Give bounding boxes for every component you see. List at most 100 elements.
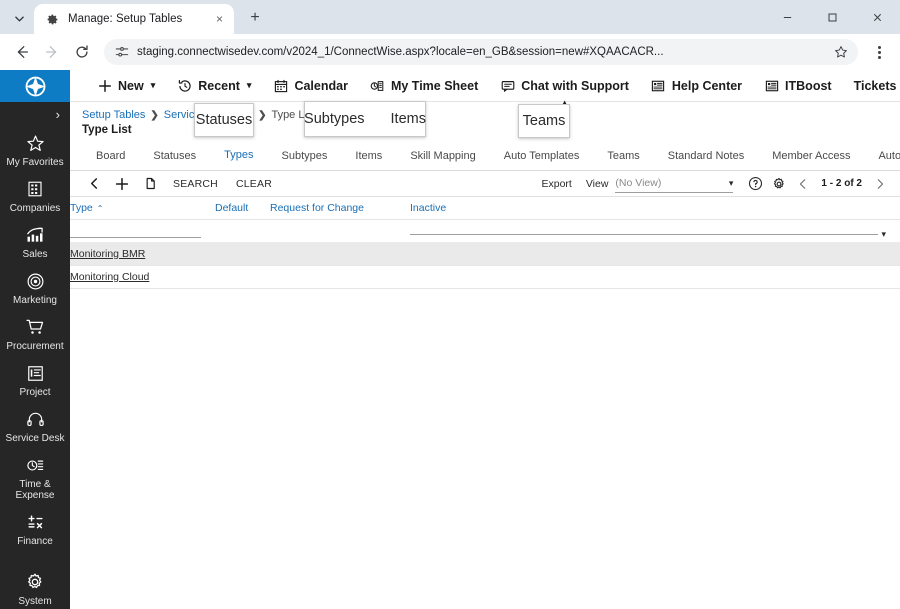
clock-list-icon [24, 454, 46, 476]
cell-type[interactable]: Monitoring BMR [70, 242, 215, 266]
bookmark-star-icon[interactable] [830, 41, 852, 63]
nav-item-label: New [118, 78, 144, 93]
site-settings-icon[interactable] [114, 45, 129, 60]
new-tab-button[interactable]: + [242, 5, 268, 31]
nav-item-calendar[interactable]: Calendar [262, 70, 359, 102]
pagination-next-icon[interactable] [868, 173, 892, 195]
row-link[interactable]: Monitoring Cloud [70, 271, 149, 283]
grid-copy-icon[interactable] [136, 172, 164, 196]
magnified-label: Subtypes [304, 111, 365, 127]
kebab-menu-icon[interactable] [866, 38, 892, 66]
tab-teams[interactable]: Teams [593, 142, 653, 170]
nav-item-help-center[interactable]: Help Center [640, 70, 753, 102]
pagination-prev-icon[interactable] [791, 173, 815, 195]
headset-icon [24, 408, 46, 430]
cell-type[interactable]: Monitoring Cloud [70, 265, 215, 289]
history-icon [177, 78, 192, 93]
tab-auto-templates[interactable]: Auto Templates [490, 142, 594, 170]
nav-item-tickets[interactable]: Tickets ▾ [843, 70, 900, 102]
chevron-down-icon: ▾ [150, 80, 156, 90]
tab-standard-notes[interactable]: Standard Notes [654, 142, 758, 170]
nav-item-my-time-sheet[interactable]: My Time Sheet [359, 70, 489, 102]
magnified-tab-teams[interactable]: Teams [518, 104, 570, 138]
grid-view-select[interactable]: (No View) ▾ [615, 175, 734, 193]
filter-inactive-select[interactable]: ▾ [410, 219, 900, 243]
types-table: Type ⌃ Default Request for Change Inactiv… [70, 197, 900, 289]
browser-tab[interactable]: Manage: Setup Tables × [34, 4, 234, 34]
row-link[interactable]: Monitoring BMR [70, 248, 145, 260]
nav-item-label: Chat with Support [521, 78, 629, 93]
column-header-default[interactable]: Default [215, 197, 270, 220]
nav-item-recent[interactable]: Recent ▾ [166, 70, 262, 102]
column-header-request-for-change[interactable]: Request for Change [270, 197, 410, 220]
left-nav-rail: › My Favorites Companies Sales Marketing… [0, 70, 70, 609]
magnified-tab-subtypes-items[interactable]: Subtypes Items [304, 101, 426, 137]
sidebar-item-time-expense[interactable]: Time & Expense [0, 448, 70, 505]
book-icon [651, 78, 666, 93]
filter-type-input[interactable] [70, 219, 215, 243]
question-circle-icon[interactable] [743, 173, 767, 195]
rail-expand-icon[interactable]: › [0, 102, 70, 126]
breadcrumb-item-setup-tables[interactable]: Setup Tables [82, 109, 145, 121]
grid-export-button[interactable]: Export [534, 178, 578, 190]
cell-default [215, 265, 270, 289]
sidebar-item-label: My Favorites [6, 157, 64, 168]
sidebar-item-label: Marketing [13, 295, 57, 306]
nav-item-label: Tickets [853, 78, 897, 93]
app-content: New ▾ Recent ▾ Calendar My Time Sheet Ch… [70, 70, 900, 609]
nav-item-itboost[interactable]: ITBoost [753, 70, 843, 102]
sidebar-item-label: Sales [22, 249, 48, 260]
sidebar-item-companies[interactable]: Companies [0, 172, 70, 218]
sidebar-item-label: Procurement [6, 341, 64, 352]
sidebar-item-system[interactable]: System [0, 565, 70, 609]
sidebar-item-marketing[interactable]: Marketing [0, 264, 70, 310]
table-row[interactable]: Monitoring BMR [70, 242, 900, 266]
close-icon[interactable]: × [211, 11, 228, 28]
back-button-icon[interactable] [8, 38, 36, 66]
sidebar-item-my-favorites[interactable]: My Favorites [0, 126, 70, 172]
cell-request-for-change [270, 265, 410, 289]
sidebar-item-label: Service Desk [5, 433, 65, 444]
column-header-type[interactable]: Type ⌃ [70, 197, 215, 220]
maximize-icon[interactable] [810, 0, 855, 34]
grid-clear-button[interactable]: CLEAR [227, 178, 281, 190]
nav-item-chat-with-support[interactable]: Chat with Support ▴ [489, 70, 640, 108]
tab-board[interactable]: Board [82, 142, 139, 170]
sidebar-item-sales[interactable]: Sales [0, 218, 70, 264]
timesheet-icon [370, 78, 385, 93]
table-row[interactable]: Monitoring Cloud [70, 265, 900, 289]
minimize-icon[interactable] [765, 0, 810, 34]
nav-item-label: Calendar [294, 78, 348, 93]
magnified-tab-statuses[interactable]: Statuses [194, 103, 254, 137]
window-close-icon[interactable] [855, 0, 900, 34]
tab-auto-assign[interactable]: Auto Assign [864, 142, 900, 170]
tab-statuses[interactable]: Statuses [139, 142, 210, 170]
breadcrumb-separator: ❯ [258, 109, 267, 121]
sidebar-item-finance[interactable]: Finance [0, 505, 70, 551]
address-bar[interactable]: staging.connectwisedev.com/v2024_1/Conne… [104, 39, 858, 65]
column-header-inactive[interactable]: Inactive [410, 197, 900, 220]
reload-button-icon[interactable] [68, 38, 96, 66]
gear-icon [24, 571, 46, 593]
sidebar-item-project[interactable]: Project [0, 356, 70, 402]
tab-search-chevron-icon[interactable] [6, 5, 32, 31]
tab-skill-mapping[interactable]: Skill Mapping [396, 142, 489, 170]
tab-member-access[interactable]: Member Access [758, 142, 864, 170]
sidebar-item-service-desk[interactable]: Service Desk [0, 402, 70, 448]
nav-item-new[interactable]: New ▾ [86, 70, 166, 102]
window-controls [765, 0, 900, 34]
sidebar-item-label: Project [19, 387, 51, 398]
grid-add-icon[interactable] [108, 172, 136, 196]
grid-search-button[interactable]: SEARCH [164, 178, 227, 190]
table-header-row: Type ⌃ Default Request for Change Inactiv… [70, 197, 900, 220]
sidebar-item-label: Time & Expense [15, 479, 55, 501]
grid-toolbar: SEARCH CLEAR Export View (No View) ▾ 1 -… [70, 171, 900, 197]
tab-subtypes[interactable]: Subtypes [268, 142, 342, 170]
tab-items[interactable]: Items [341, 142, 396, 170]
chat-icon [500, 78, 515, 93]
sidebar-item-procurement[interactable]: Procurement [0, 310, 70, 356]
connectwise-logo[interactable] [0, 70, 70, 102]
gear-icon[interactable] [767, 173, 791, 195]
tab-types[interactable]: Types [210, 142, 268, 170]
grid-back-icon[interactable] [80, 172, 108, 196]
